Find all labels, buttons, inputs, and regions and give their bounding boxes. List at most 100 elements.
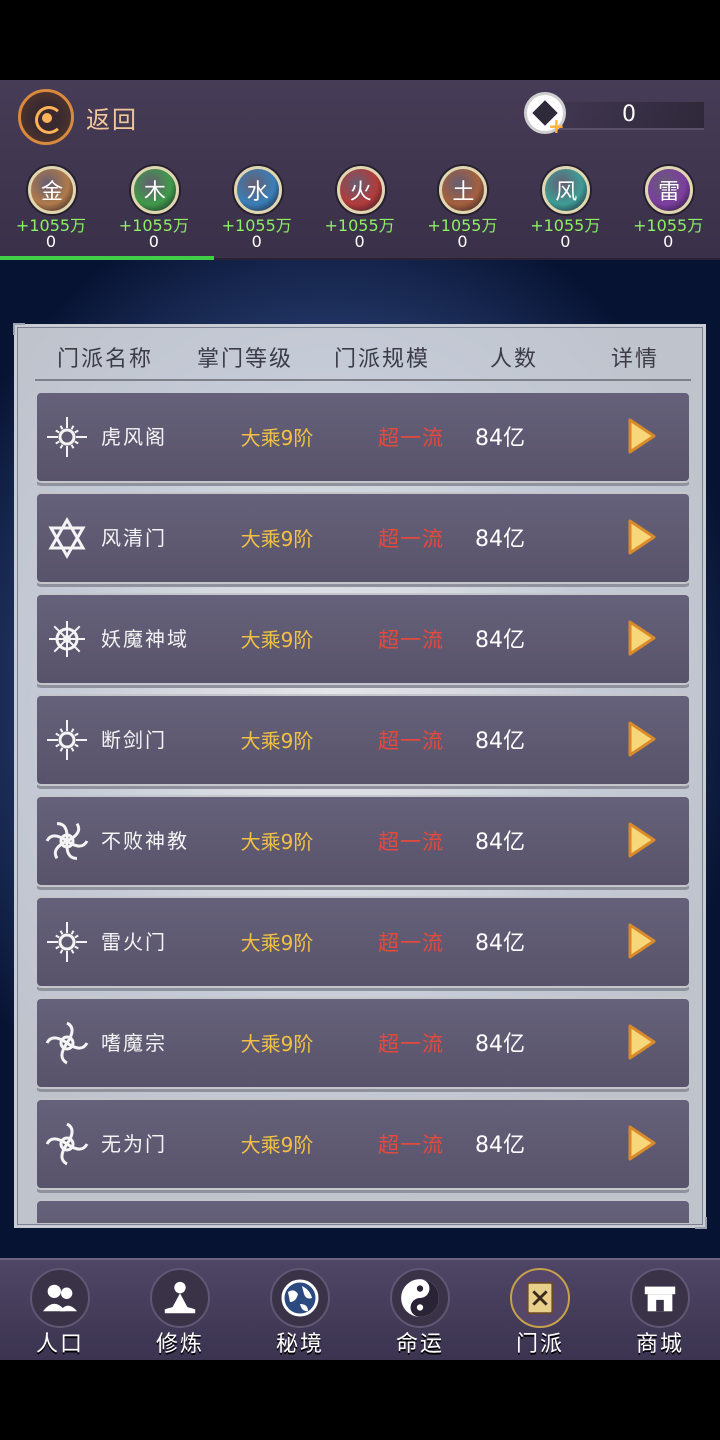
nav-label: 秘境 [275,1332,324,1357]
people-icon [30,1268,90,1328]
sect-row[interactable]: 虎风阁 大乘9阶 超一流 84亿 [37,393,689,481]
element-count: 0 [663,232,674,251]
sect-scale: 超一流 [378,527,444,551]
panel-corner [13,323,25,335]
element-orb-icon: 土 [439,166,488,214]
details-play-icon[interactable] [627,518,657,556]
star-emblem-icon [45,718,89,762]
sect-scale: 超一流 [378,1032,444,1056]
element-resource[interactable]: 雷 +1055万 0 [617,166,720,256]
top-bar: 返回 + 0 金 +1055万 0 木 +1055万 0 水 +1055万 0 火 +1055万 0 土… [0,80,720,260]
nav-label: 商城 [635,1332,684,1357]
sect-row[interactable]: 不败神教 大乘9阶 超一流 84亿 [37,797,689,885]
sun-emblem-icon [45,920,89,964]
element-orb-icon: 火 [336,166,385,214]
leader-level: 大乘9阶 [240,830,314,854]
sect-name: 不败神教 [101,829,189,853]
active-tab-indicator [0,256,214,260]
spiral-emblem-icon [45,819,89,863]
sect-scale: 超一流 [378,628,444,652]
leader-level: 大乘9阶 [240,527,314,551]
leader-level: 大乘9阶 [240,1032,314,1056]
details-play-icon[interactable] [627,720,657,758]
nav-item[interactable]: 修炼 [120,1260,240,1360]
sect-name: 雷火门 [101,930,167,954]
details-play-icon[interactable] [627,1023,657,1061]
element-orb-icon: 水 [233,166,282,214]
header-leader-level: 掌门等级 [196,347,293,372]
sect-population: 84亿 [475,729,525,754]
element-orb-icon: 雷 [645,166,694,214]
element-count: 0 [251,232,262,251]
leader-level: 大乘9阶 [240,628,314,652]
bottom-nav: 人口 修炼 秘境 命运 门派 商城 [0,1258,720,1360]
element-resource[interactable]: 火 +1055万 0 [309,166,412,256]
element-resource[interactable]: 土 +1055万 0 [411,166,514,256]
sect-row[interactable] [37,1201,689,1223]
panel-corner [695,1217,707,1229]
sect-population: 84亿 [475,1133,525,1158]
nav-label: 命运 [395,1332,444,1357]
sun-emblem-icon [45,415,89,459]
sect-name: 风清门 [101,526,167,550]
sect-population: 84亿 [475,931,525,956]
sect-scale: 超一流 [378,931,444,955]
element-orb-icon: 金 [28,166,76,214]
nav-item[interactable]: 门派 [480,1260,600,1360]
sect-row[interactable]: 嗜魔宗 大乘9阶 超一流 84亿 [37,999,689,1087]
shuriken-emblem-icon [45,1021,89,1065]
sect-name: 妖魔神域 [101,627,189,651]
details-play-icon[interactable] [627,922,657,960]
element-count: 0 [457,232,468,251]
globe-icon [270,1268,330,1328]
sect-row[interactable]: 雷火门 大乘9阶 超一流 84亿 [37,898,689,986]
nav-item[interactable]: 命运 [360,1260,480,1360]
sect-list[interactable]: 虎风阁 大乘9阶 超一流 84亿 风清门 大乘9阶 超一流 84亿 妖魔神域 大乘9阶 超一流 84亿… [37,393,689,1223]
sect-population: 84亿 [475,426,525,451]
sect-row[interactable]: 妖魔神域 大乘9阶 超一流 84亿 [37,595,689,683]
element-resource[interactable]: 金 +1055万 0 [0,166,103,256]
sect-population: 84亿 [475,830,525,855]
sect-list-panel: 门派名称 掌门等级 门派规模 人数 详情 虎风阁 大乘9阶 超一流 84亿 风清门 大乘9… [13,323,707,1229]
nav-item[interactable]: 人口 [0,1260,120,1360]
nav-label: 门派 [515,1332,564,1357]
game-screen: 返回 + 0 金 +1055万 0 木 +1055万 0 水 +1055万 0 火 +1055万 0 土… [0,80,720,1360]
sect-row[interactable]: 断剑门 大乘9阶 超一流 84亿 [37,696,689,784]
sect-row[interactable]: 无为门 大乘9阶 超一流 84亿 [37,1100,689,1188]
back-button[interactable]: 返回 [18,88,138,146]
hexagram-emblem-icon [45,516,89,560]
element-count: 0 [560,232,571,251]
sect-book-icon [510,1268,570,1328]
currency-display: + 0 [524,92,708,136]
back-icon [18,89,74,145]
element-count: 0 [148,232,159,251]
vortex-emblem-icon [45,1122,89,1166]
element-resource[interactable]: 水 +1055万 0 [206,166,309,256]
sect-row[interactable]: 风清门 大乘9阶 超一流 84亿 [37,494,689,582]
table-header: 门派名称 掌门等级 门派规模 人数 详情 [35,341,691,381]
add-currency-button[interactable]: + [548,116,565,136]
element-resource[interactable]: 木 +1055万 0 [103,166,206,256]
nav-item[interactable]: 秘境 [240,1260,360,1360]
sect-scale: 超一流 [378,729,444,753]
sect-name: 断剑门 [101,728,167,752]
leader-level: 大乘9阶 [240,729,314,753]
element-orb-icon: 木 [130,166,179,214]
header-details: 详情 [610,347,659,372]
sect-population: 84亿 [475,527,525,552]
sect-scale: 超一流 [378,426,444,450]
currency-value: 0 [622,102,636,127]
nav-item[interactable]: 商城 [600,1260,720,1360]
meditation-icon [150,1268,210,1328]
leader-level: 大乘9阶 [240,426,314,450]
leader-level: 大乘9阶 [240,931,314,955]
details-play-icon[interactable] [627,1124,657,1162]
details-play-icon[interactable] [627,417,657,455]
yin-yang-icon [390,1268,450,1328]
header-population: 人数 [489,347,538,372]
nav-label: 修炼 [155,1332,204,1357]
element-resource[interactable]: 风 +1055万 0 [514,166,617,256]
details-play-icon[interactable] [627,821,657,859]
leader-level: 大乘9阶 [240,1133,314,1157]
details-play-icon[interactable] [627,619,657,657]
